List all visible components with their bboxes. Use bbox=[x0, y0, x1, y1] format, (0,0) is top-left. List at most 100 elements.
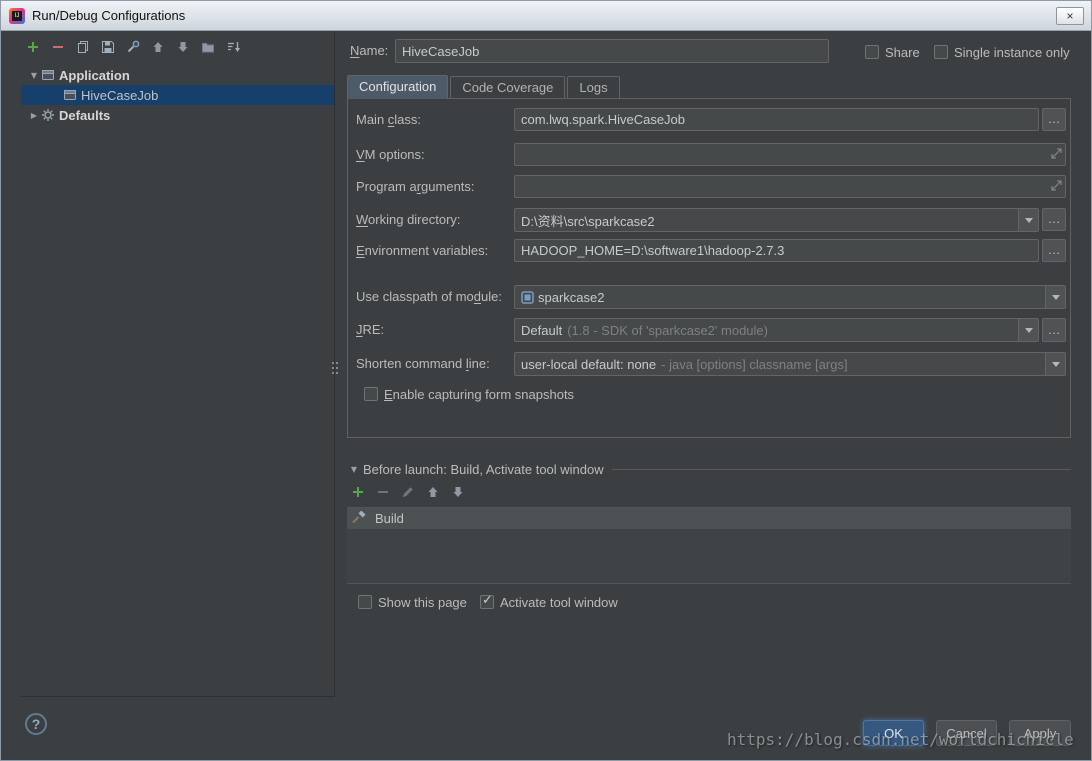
expand-arrow-icon[interactable]: ▶ bbox=[27, 111, 41, 120]
build-label: Build bbox=[375, 511, 404, 526]
main-class-browse-button[interactable]: … bbox=[1042, 108, 1066, 131]
vm-options-input[interactable] bbox=[514, 143, 1066, 166]
share-checkbox[interactable] bbox=[865, 45, 879, 59]
name-label: Name: bbox=[350, 39, 388, 63]
splitter-dots-icon bbox=[332, 362, 334, 364]
move-up-icon[interactable] bbox=[151, 40, 165, 54]
help-button[interactable]: ? bbox=[25, 713, 47, 735]
expand-field-icon[interactable] bbox=[1051, 179, 1062, 194]
tab-code-coverage[interactable]: Code Coverage bbox=[450, 76, 565, 99]
shorten-command-line-label: Shorten command line: bbox=[356, 352, 490, 376]
program-arguments-label: Program arguments: bbox=[356, 175, 475, 198]
copy-icon[interactable] bbox=[76, 40, 90, 54]
show-this-page-label: Show this page bbox=[378, 595, 467, 610]
module-value: sparkcase2 bbox=[538, 290, 604, 305]
remove-icon[interactable] bbox=[376, 485, 390, 499]
jre-hint: (1.8 - SDK of 'sparkcase2' module) bbox=[567, 323, 768, 338]
capture-snapshots-checkbox[interactable] bbox=[364, 387, 378, 401]
name-input[interactable]: HiveCaseJob bbox=[395, 39, 829, 63]
edit-pencil-icon[interactable] bbox=[401, 485, 415, 499]
tree-label-defaults: Defaults bbox=[59, 108, 110, 123]
module-icon bbox=[521, 291, 534, 304]
tab-bar: Configuration Code Coverage Logs bbox=[347, 75, 622, 99]
build-hammer-icon bbox=[351, 511, 366, 526]
edit-templates-icon[interactable] bbox=[126, 40, 140, 54]
collapse-arrow-icon[interactable]: ▼ bbox=[347, 465, 361, 474]
collapse-arrow-icon[interactable]: ▼ bbox=[27, 71, 41, 80]
move-down-icon[interactable] bbox=[451, 485, 465, 499]
working-directory-dropdown-button[interactable] bbox=[1018, 209, 1038, 231]
single-instance-checkbox[interactable] bbox=[934, 45, 948, 59]
working-directory-combo[interactable]: D:\资料\src\sparkcase2 bbox=[514, 208, 1039, 232]
show-this-page-checkbox[interactable] bbox=[358, 595, 372, 609]
titlebar[interactable]: IJ Run/Debug Configurations × bbox=[1, 1, 1091, 31]
name-value: HiveCaseJob bbox=[402, 44, 479, 59]
defaults-gear-icon bbox=[41, 108, 55, 122]
move-down-icon[interactable] bbox=[176, 40, 190, 54]
save-icon[interactable] bbox=[101, 40, 115, 54]
shorten-command-line-value: user-local default: none bbox=[521, 357, 656, 372]
sort-icon[interactable] bbox=[226, 40, 240, 54]
tree-label-hivecasejob: HiveCaseJob bbox=[81, 88, 158, 103]
chevron-down-icon bbox=[1052, 362, 1060, 367]
jre-browse-button[interactable]: … bbox=[1042, 318, 1066, 342]
sidebar-toolbar bbox=[21, 31, 334, 61]
folder-icon[interactable] bbox=[201, 40, 215, 54]
before-launch-toolbar bbox=[351, 485, 465, 499]
before-launch-header: ▼ Before launch: Build, Activate tool wi… bbox=[347, 462, 1071, 477]
chevron-down-icon bbox=[1052, 295, 1060, 300]
configurations-sidebar: ▼ Application HiveCaseJob ▶ Defaults bbox=[21, 31, 335, 697]
question-mark-icon: ? bbox=[32, 716, 41, 732]
expand-field-icon[interactable] bbox=[1051, 147, 1062, 162]
configurations-tree: ▼ Application HiveCaseJob ▶ Defaults bbox=[21, 65, 334, 125]
shorten-command-line-hint: - java [options] classname [args] bbox=[661, 357, 847, 372]
run-configuration-icon bbox=[63, 88, 77, 102]
program-arguments-input[interactable] bbox=[514, 175, 1066, 198]
vm-options-label: VM options: bbox=[356, 143, 425, 166]
window-title: Run/Debug Configurations bbox=[32, 8, 185, 23]
environment-variables-input[interactable]: HADOOP_HOME=D:\software1\hadoop-2.7.3 bbox=[514, 239, 1039, 262]
tree-item-application[interactable]: ▼ Application bbox=[21, 65, 334, 85]
jre-combo[interactable]: Default (1.8 - SDK of 'sparkcase2' modul… bbox=[514, 318, 1039, 342]
module-label: Use classpath of module: bbox=[356, 285, 502, 309]
working-directory-browse-button[interactable]: … bbox=[1042, 208, 1066, 231]
chevron-down-icon bbox=[1025, 218, 1033, 223]
working-directory-label: Working directory: bbox=[356, 208, 461, 231]
environment-variables-browse-button[interactable]: … bbox=[1042, 239, 1066, 262]
environment-variables-value: HADOOP_HOME=D:\software1\hadoop-2.7.3 bbox=[521, 243, 784, 258]
move-up-icon[interactable] bbox=[426, 485, 440, 499]
before-launch-list: Build bbox=[347, 507, 1071, 584]
application-icon bbox=[41, 68, 55, 82]
main-class-value: com.lwq.spark.HiveCaseJob bbox=[521, 112, 685, 127]
run-debug-configurations-dialog: IJ Run/Debug Configurations × ▼ Applicat… bbox=[0, 0, 1092, 761]
splitter-handle[interactable] bbox=[331, 361, 339, 377]
watermark-text: https://blog.csdn.net/worldchichicle bbox=[727, 730, 1074, 749]
activate-tool-window-label: Activate tool window bbox=[500, 595, 618, 610]
chevron-down-icon bbox=[1025, 328, 1033, 333]
activate-tool-window-checkbox[interactable] bbox=[480, 595, 494, 609]
add-icon[interactable] bbox=[26, 40, 40, 54]
tab-logs[interactable]: Logs bbox=[567, 76, 619, 99]
close-button[interactable]: × bbox=[1056, 7, 1084, 25]
jre-label: JRE: bbox=[356, 318, 384, 342]
tree-label-application: Application bbox=[59, 68, 130, 83]
before-launch-item-build[interactable]: Build bbox=[347, 508, 1071, 529]
main-class-input[interactable]: com.lwq.spark.HiveCaseJob bbox=[514, 108, 1039, 131]
working-directory-value: D:\资料\src\sparkcase2 bbox=[521, 211, 655, 230]
shorten-dropdown-button[interactable] bbox=[1045, 353, 1065, 375]
module-dropdown-button[interactable] bbox=[1045, 286, 1065, 308]
tab-configuration[interactable]: Configuration bbox=[347, 75, 448, 99]
tree-item-hivecasejob[interactable]: HiveCaseJob bbox=[21, 85, 334, 105]
main-class-label: Main class: bbox=[356, 108, 421, 131]
module-combo[interactable]: sparkcase2 bbox=[514, 285, 1066, 309]
jre-dropdown-button[interactable] bbox=[1018, 319, 1038, 341]
tree-item-defaults[interactable]: ▶ Defaults bbox=[21, 105, 334, 125]
before-launch-title: Before launch: Build, Activate tool wind… bbox=[363, 462, 604, 477]
remove-icon[interactable] bbox=[51, 40, 65, 54]
configuration-panel: Main class: com.lwq.spark.HiveCaseJob … … bbox=[347, 98, 1071, 438]
single-instance-label: Single instance only bbox=[954, 45, 1070, 60]
shorten-command-line-combo[interactable]: user-local default: none - java [options… bbox=[514, 352, 1066, 376]
intellij-logo-icon: IJ bbox=[9, 8, 25, 24]
add-icon[interactable] bbox=[351, 485, 365, 499]
environment-variables-label: Environment variables: bbox=[356, 239, 488, 262]
